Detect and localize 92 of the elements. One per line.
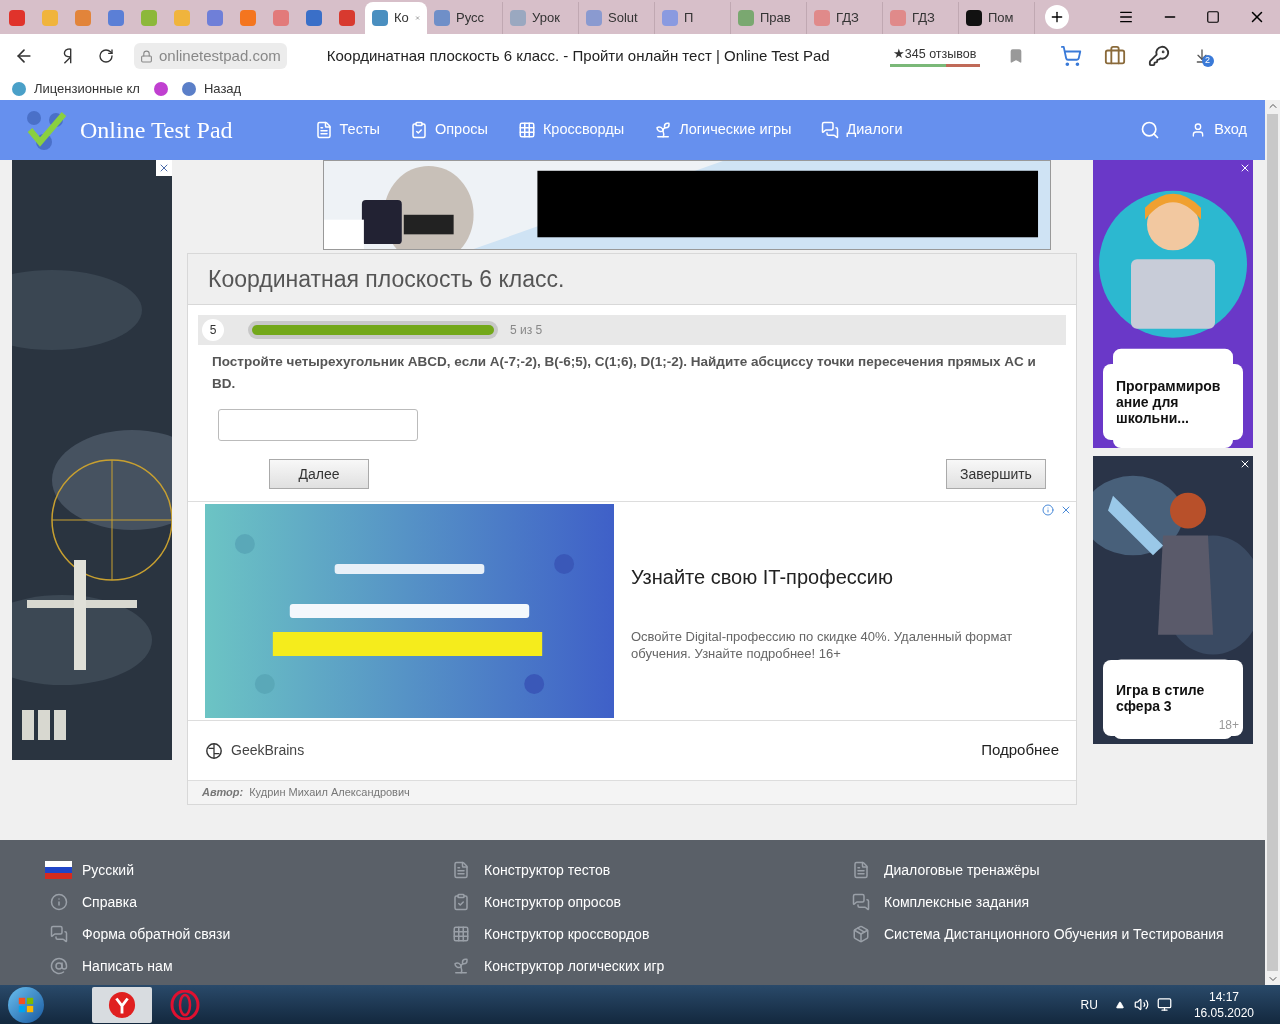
tab-title: Урок [532,9,560,28]
bookmark-icon[interactable] [153,82,168,96]
tab-title: Ко [394,9,409,28]
footer-link[interactable]: Форма обратной связи [45,924,447,944]
tab-title: Пом [988,9,1014,28]
checklist-icon [409,121,428,139]
question-text: Постройте четырехугольник ABCD, если A(-7;-2), B(-6;5), C(1;6), D(1;-2). Найдите абсциссу точки пересечения прямых AC и BD. [212,353,1037,393]
close-ad-icon[interactable] [1239,458,1251,470]
bookmark-item[interactable]: Назад [203,79,242,99]
footer-link[interactable]: Комплексные задания [847,892,1224,912]
info-icon[interactable] [1042,504,1054,516]
page-title: Координатная плоскость 6 класс. - Пройти онлайн тест | Online Test Pad [326,45,830,66]
grid-icon [517,121,536,139]
test-title: Координатная плоскость 6 класс. [208,264,565,294]
briefcase-icon[interactable] [1103,45,1126,67]
answer-field[interactable] [218,409,418,441]
author-label: Автор: [202,785,244,801]
tab-title: П [684,9,694,28]
footer-link[interactable]: Конструктор логических игр [447,956,847,976]
tab-title: Русс [456,9,485,28]
tab-title: Solut [608,9,638,28]
network-icon[interactable] [1156,997,1172,1012]
ad-card[interactable]: Игра в стиле сфера 3 18+ [1103,660,1243,736]
browser-tab[interactable]: ГДЗ [807,2,883,34]
cart-icon[interactable] [1059,45,1082,67]
ad-title[interactable]: Программиров ание для школьни... [1116,378,1226,426]
language-indicator[interactable]: RU [1080,995,1098,1014]
more-link[interactable]: Подробнее [981,739,1059,762]
footer-link[interactable]: Система Дистанционного Обучения и Тестирования [847,924,1224,944]
browser-tab[interactable]: Пом [959,2,1035,34]
search-icon[interactable] [1140,120,1161,140]
key-icon[interactable] [1147,45,1170,67]
browser-tab[interactable]: П [655,2,731,34]
footer-link[interactable]: Конструктор тестов [447,860,847,880]
next-button[interactable]: Далее [269,459,369,489]
document-icon [451,861,470,879]
chat-icon [821,121,840,139]
info-icon [49,893,68,911]
windows-logo-icon [17,995,35,1014]
footer-link[interactable]: Диалоговые тренажёры [847,860,1224,880]
bookmark-item[interactable]: Лицензионные кл [34,79,140,99]
browser-tab[interactable]: ГДЗ [883,2,959,34]
clock[interactable]: 14:17 16.05.2020 [1193,988,1254,1021]
footer-link[interactable]: Русский [45,860,447,880]
browser-taskbar-icon[interactable] [92,986,152,1023]
tray-arrow-icon[interactable] [1115,1000,1124,1009]
plus-icon [1049,9,1065,25]
document-icon [851,861,870,879]
footer-link[interactable]: Конструктор кроссвордов [447,924,847,944]
scrollbar[interactable] [1265,100,1280,985]
ad-description: Освойте Digital-профессию по скидке 40%. Удаленный формат обучения. Узнайте подробнее! 16+ [631,628,1014,662]
new-tab-button[interactable] [1045,5,1069,29]
flag-icon [45,861,72,879]
browser-tab[interactable]: Ко [365,2,427,34]
browser-tab[interactable]: Урок [503,2,579,34]
footer-link[interactable]: Написать нам [45,956,447,976]
reviews-link[interactable]: ★345 отзывов [892,45,977,64]
at-icon [49,957,68,975]
progress-label: 5 из 5 [510,322,543,339]
question-number: 5 [202,319,224,341]
advertiser-name[interactable]: GeekBrains [231,740,305,761]
finish-button[interactable]: Завершить [946,459,1046,489]
browser-tab[interactable]: Solut [579,2,655,34]
sprout-icon [451,957,470,975]
tab-title: Прав [760,9,791,28]
footer-link[interactable]: Конструктор опросов [447,892,847,912]
reload-icon[interactable] [98,48,114,64]
box-icon [851,925,870,943]
menu-icon[interactable] [1118,9,1134,25]
age-rating: 18+ [1218,717,1239,734]
document-icon [314,121,333,139]
chat-icon [49,925,68,943]
lock-icon [140,49,153,63]
grid-icon [451,925,470,943]
footer-link[interactable]: Справка [45,892,447,912]
tab-title: ГДЗ [836,9,859,28]
maximize-icon[interactable] [1206,10,1220,24]
chat-icon [851,893,870,911]
start-button[interactable] [8,986,44,1023]
checklist-icon [451,893,470,911]
browser-tab[interactable]: Русс [427,2,503,34]
browser-tab[interactable]: Прав [731,2,807,34]
opera-taskbar-icon[interactable] [168,987,202,1022]
volume-icon[interactable] [1133,997,1149,1012]
tab-title: ГДЗ [912,9,935,28]
author-name: Кудрин Михаил Александрович [249,785,410,801]
ad-card[interactable]: Программиров ание для школьни... [1103,364,1243,440]
sprout-icon [654,121,673,139]
close-ad-icon[interactable] [1239,162,1251,174]
close-ad-icon[interactable] [156,160,172,176]
ad-title[interactable]: Игра в стиле сфера 3 [1116,682,1226,714]
ad-headline[interactable]: Узнайте свою IT-профессию [631,562,1041,592]
